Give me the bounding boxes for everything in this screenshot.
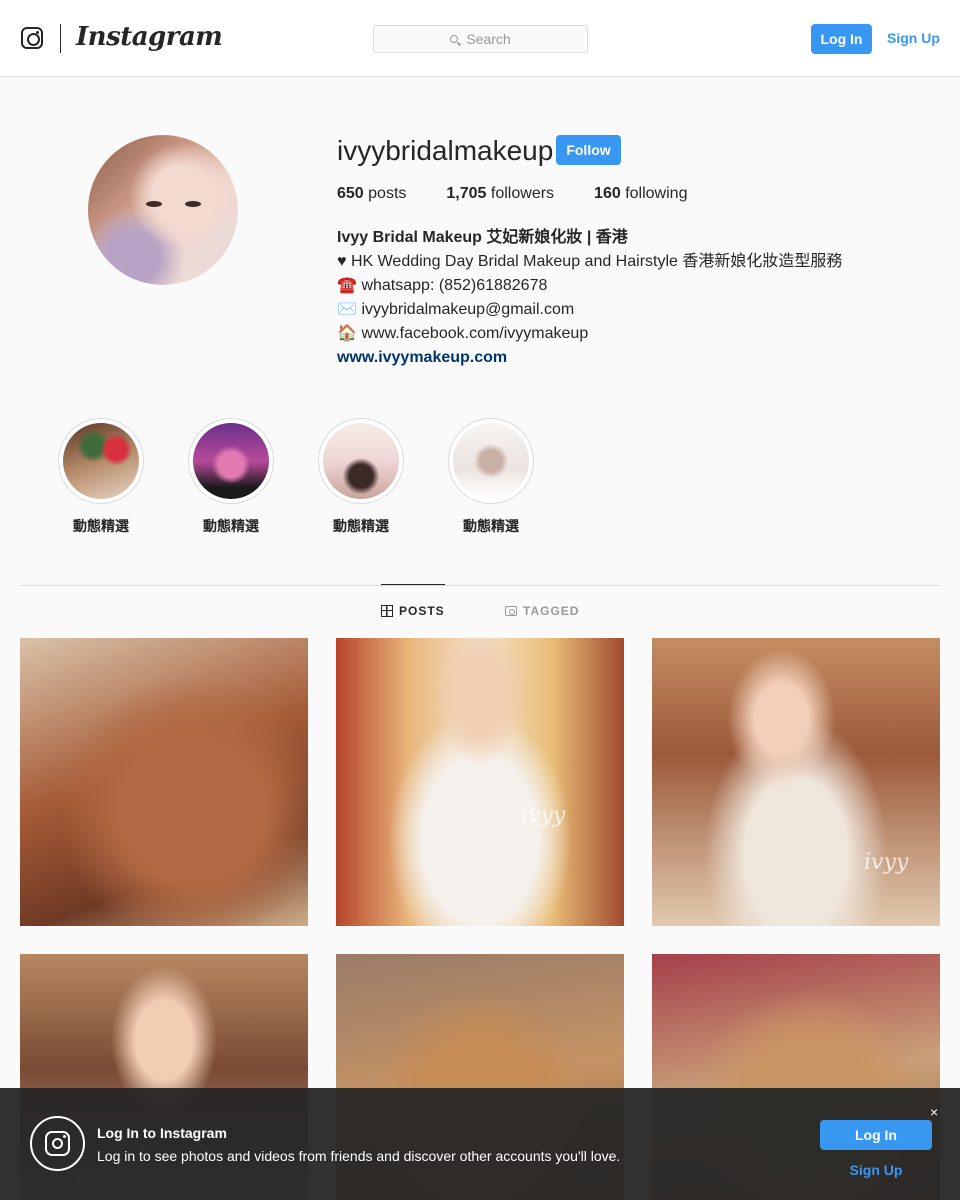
profile-bio: Ivyy Bridal Makeup 艾妃新娘化妝 | 香港 ♥ HK Wedd… bbox=[337, 226, 842, 370]
top-navigation-bar: Instagram Search Log In Sign Up bbox=[0, 0, 960, 77]
highlight-label: 動態精選 bbox=[333, 518, 389, 534]
bio-line-facebook: 🏠 www.facebook.com/ivyymakeup bbox=[337, 322, 842, 346]
website-link[interactable]: www.ivyymakeup.com bbox=[337, 346, 842, 370]
avatar-detail bbox=[146, 201, 162, 207]
facebook-text: www.facebook.com/ivyymakeup bbox=[361, 325, 589, 342]
posts-label: posts bbox=[368, 185, 407, 202]
banner-subtitle: Log in to see photos and videos from fri… bbox=[97, 1148, 621, 1164]
followers-stat[interactable]: 1,705 followers bbox=[446, 185, 554, 203]
highlight-ring bbox=[58, 418, 144, 504]
search-input[interactable]: Search bbox=[373, 25, 588, 53]
logo-inner bbox=[45, 1131, 70, 1156]
posts-stat: 650 posts bbox=[337, 185, 406, 203]
follow-button[interactable]: Follow bbox=[556, 135, 621, 165]
telephone-icon: ☎️ bbox=[337, 277, 357, 294]
bio-full-name: Ivyy Bridal Makeup 艾妃新娘化妝 | 香港 bbox=[337, 229, 628, 246]
story-highlight[interactable]: 動態精選 bbox=[188, 418, 274, 536]
story-highlight[interactable]: 動態精選 bbox=[448, 418, 534, 536]
profile-username: ivyybridalmakeup bbox=[337, 135, 554, 166]
tab-posts[interactable]: POSTS bbox=[381, 604, 445, 618]
envelope-icon: ✉️ bbox=[337, 301, 357, 318]
story-highlight[interactable]: 動態精選 bbox=[318, 418, 404, 536]
tagged-icon bbox=[505, 606, 517, 616]
banner-login-button[interactable]: Log In bbox=[820, 1120, 932, 1150]
post-thumbnail[interactable]: ivyy bbox=[652, 638, 940, 926]
highlight-label: 動態精選 bbox=[463, 518, 519, 534]
grid-icon bbox=[381, 605, 393, 617]
highlight-thumbnail bbox=[63, 423, 139, 499]
bio-line-services: ♥ HK Wedding Day Bridal Makeup and Hairs… bbox=[337, 253, 843, 270]
bio-line-whatsapp: ☎️ whatsapp: (852)61882678 bbox=[337, 274, 842, 298]
followers-label: followers bbox=[490, 185, 555, 202]
tab-posts-label: POSTS bbox=[399, 604, 445, 618]
close-icon[interactable]: × bbox=[930, 1104, 938, 1120]
instagram-glyph-icon[interactable] bbox=[21, 27, 43, 49]
highlight-ring bbox=[318, 418, 404, 504]
instagram-logo-icon bbox=[30, 1116, 85, 1171]
tab-tagged[interactable]: TAGGED bbox=[505, 604, 579, 618]
active-tab-indicator bbox=[381, 584, 445, 585]
highlight-thumbnail bbox=[323, 423, 399, 499]
bio-line-email: ✉️ ivyybridalmakeup@gmail.com bbox=[337, 298, 842, 322]
avatar-detail bbox=[185, 201, 201, 207]
highlight-label: 動態精選 bbox=[73, 518, 129, 534]
banner-signup-link[interactable]: Sign Up bbox=[820, 1162, 932, 1178]
house-icon: 🏠 bbox=[337, 325, 357, 342]
following-stat[interactable]: 160 following bbox=[594, 185, 687, 203]
following-label: following bbox=[625, 185, 688, 202]
header-divider bbox=[60, 24, 61, 53]
whatsapp-text: whatsapp: (852)61882678 bbox=[361, 277, 548, 294]
post-thumbnail[interactable]: ivyy bbox=[336, 638, 624, 926]
banner-title: Log In to Instagram bbox=[97, 1125, 227, 1141]
followers-count: 1,705 bbox=[446, 185, 487, 202]
search-placeholder: Search bbox=[466, 31, 511, 47]
profile-avatar[interactable] bbox=[88, 135, 238, 285]
email-text: ivyybridalmakeup@gmail.com bbox=[361, 301, 575, 318]
highlight-ring bbox=[448, 418, 534, 504]
following-count: 160 bbox=[594, 185, 621, 202]
login-prompt-banner: Log In to Instagram Log in to see photos… bbox=[0, 1088, 960, 1200]
posts-count: 650 bbox=[337, 185, 364, 202]
post-watermark: ivyy bbox=[864, 850, 909, 875]
signup-link[interactable]: Sign Up bbox=[887, 30, 940, 46]
post-thumbnail[interactable] bbox=[20, 638, 308, 926]
profile-stats: 650 posts 1,705 followers 160 following bbox=[337, 185, 727, 203]
highlight-thumbnail bbox=[193, 423, 269, 499]
highlight-ring bbox=[188, 418, 274, 504]
instagram-wordmark-logo[interactable]: Instagram bbox=[76, 22, 223, 52]
story-highlight[interactable]: 動態精選 bbox=[58, 418, 144, 536]
highlight-label: 動態精選 bbox=[203, 518, 259, 534]
post-watermark: ivyy bbox=[521, 803, 566, 828]
search-icon bbox=[450, 35, 459, 43]
tab-tagged-label: TAGGED bbox=[523, 604, 580, 618]
login-button[interactable]: Log In bbox=[811, 24, 872, 54]
tabs-divider bbox=[20, 585, 940, 586]
highlight-thumbnail bbox=[453, 423, 529, 499]
